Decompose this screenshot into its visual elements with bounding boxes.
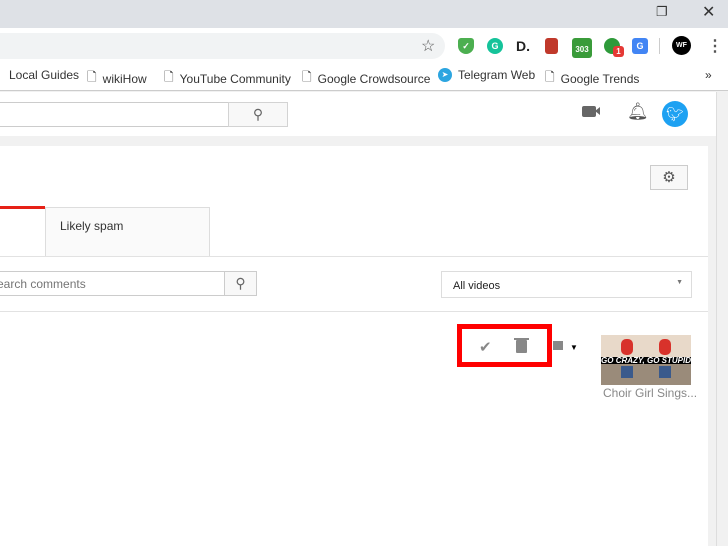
browser-titlebar (0, 0, 728, 28)
search-button[interactable]: ⚲ (228, 102, 288, 127)
bookmark-youtube-community[interactable]: 🗋 YouTube Community (164, 68, 291, 89)
translate-icon[interactable]: G (632, 38, 648, 54)
notification-badge: 1 (613, 46, 624, 57)
thumbnail-text: GO CRAZY, GO STUPID (601, 356, 691, 365)
grammarly-icon[interactable]: G (487, 38, 503, 54)
bookmark-google-trends[interactable]: 🗋 Google Trends (545, 68, 639, 89)
tab-label: Likely spam (60, 219, 124, 233)
restore-icon[interactable]: ❐ (656, 4, 668, 20)
search-comments-input[interactable] (0, 271, 225, 296)
omnibox[interactable] (0, 33, 445, 59)
thumbnail-figure (621, 366, 633, 378)
menu-icon[interactable]: ⋮ (707, 36, 723, 56)
settings-button[interactable]: ⚙ (650, 165, 688, 190)
page-icon: 🗋 (87, 70, 97, 84)
trash-lid (514, 338, 529, 340)
search-comments-button[interactable]: ⚲ (224, 271, 257, 296)
bookmark-label: Google Crowdsource (317, 71, 431, 86)
adguard-icon[interactable]: ✓ (458, 38, 474, 54)
bookmark-label: Telegram Web (458, 68, 536, 82)
thumbnail-figure (659, 339, 671, 355)
more-bookmarks-button[interactable]: » (705, 68, 712, 82)
chevron-down-icon: ▼ (676, 279, 683, 286)
search-input[interactable] (0, 102, 229, 127)
approve-check-icon[interactable]: ✔ (479, 338, 492, 356)
page-icon: 🗋 (545, 70, 555, 84)
ext-badge: 303 (575, 45, 589, 54)
highlight-box (457, 324, 552, 367)
video-select[interactable]: All videos ▼ (441, 271, 692, 298)
d-extension-icon[interactable]: D. (515, 38, 531, 54)
divider (659, 38, 660, 54)
profile-avatar[interactable]: WF (672, 36, 691, 55)
bookmark-google-crowdsource[interactable]: 🗋 Google Crowdsource (302, 68, 430, 89)
video-title-link[interactable]: Choir Girl Sings... (603, 386, 697, 400)
thumbnail-figure (659, 366, 671, 378)
upload-video-icon-lens (595, 107, 600, 115)
divider (0, 311, 708, 312)
caret-down-icon[interactable]: ▼ (570, 343, 578, 352)
page-icon: 🗋 (302, 70, 312, 84)
bookmark-label: Google Trends (560, 71, 640, 86)
scrollbar[interactable] (716, 92, 728, 546)
flag-icon[interactable] (553, 341, 563, 350)
video-thumbnail[interactable]: GO CRAZY, GO STUPID (601, 335, 691, 385)
bookmark-telegram-web[interactable]: ➤ Telegram Web (438, 68, 535, 82)
book-extension-icon[interactable] (545, 38, 558, 54)
tab-published[interactable] (0, 206, 45, 209)
bookmark-label: YouTube Community (179, 71, 291, 86)
divider (0, 256, 708, 257)
page-icon: 🗋 (164, 70, 174, 84)
bookmark-local-guides[interactable]: Local Guides (9, 68, 79, 82)
close-icon[interactable]: ✕ (702, 2, 715, 22)
telegram-icon: ➤ (438, 68, 452, 82)
thumbnail-figure (621, 339, 633, 355)
upload-video-icon[interactable] (582, 106, 596, 117)
avatar[interactable]: 🐦︎ (662, 101, 688, 127)
trash-icon[interactable] (516, 340, 527, 353)
bell-icon[interactable]: 🔔︎ (627, 102, 649, 122)
bookmark-wikihow[interactable]: 🗋 wikiHow (87, 68, 147, 89)
video-select-value: All videos (453, 280, 501, 292)
star-icon[interactable]: ☆ (421, 36, 435, 56)
tab-likely-spam[interactable]: Likely spam (45, 207, 210, 257)
counter-extension-icon[interactable]: 303 (572, 38, 592, 58)
bookmark-label: wikiHow (102, 71, 147, 86)
bookmark-label: Local Guides (9, 68, 80, 82)
